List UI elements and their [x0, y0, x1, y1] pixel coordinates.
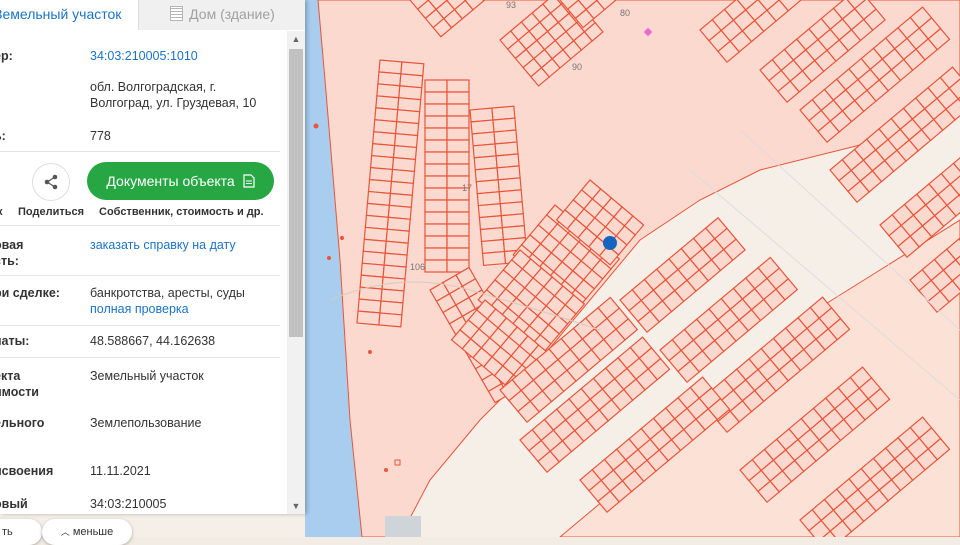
map-label: 93	[506, 0, 516, 10]
land-use-value: Землепользование	[90, 415, 280, 431]
map-label: 106	[410, 262, 425, 272]
coordinates-label: наты:	[0, 333, 86, 349]
left-caption: к	[0, 206, 3, 218]
quarter-value: 34:03:210005	[90, 496, 280, 512]
full-check-link[interactable]: полная проверка	[90, 301, 280, 317]
tab-house-label: Дом (здание)	[189, 6, 275, 22]
expand-pill[interactable]: ть	[0, 519, 42, 545]
location-pin[interactable]	[603, 236, 617, 250]
document-icon	[243, 174, 255, 188]
expand-pill-label: ть	[2, 526, 13, 538]
info-content: ер: 34:03:210005:1010 обл. Волгоградская…	[0, 31, 287, 514]
scrollbar[interactable]: ▲ ▼	[287, 31, 305, 514]
object-info-panel: Земельный участок Дом (здание) ер: 34:03…	[0, 0, 305, 514]
object-type-label-line2: имости	[0, 385, 39, 399]
area-label: ь:	[0, 128, 86, 144]
quarter-label: овый	[0, 496, 86, 512]
parcel-block	[425, 80, 469, 272]
share-icon	[33, 164, 69, 200]
cost-label-line1: овая	[0, 238, 23, 252]
object-type-label-line1: екта	[0, 369, 20, 383]
land-use-label: ельного	[0, 415, 86, 431]
cad-number-label: ер:	[0, 48, 86, 64]
chevron-up-icon[interactable]: ▲	[287, 31, 305, 47]
assign-date-value: 11.11.2021	[90, 463, 280, 479]
map-label: 80	[620, 8, 630, 18]
tab-house[interactable]: Дом (здание)	[138, 0, 305, 30]
chevron-up-icon: ︿	[61, 527, 70, 537]
divider	[0, 357, 280, 358]
assign-date-label: исвоения	[0, 463, 86, 479]
divider	[0, 225, 280, 226]
area-value: 778	[90, 128, 280, 144]
chevron-down-icon[interactable]: ▼	[287, 498, 305, 514]
divider	[0, 325, 280, 326]
deal-risks-label: ри сделке:	[0, 285, 86, 301]
divider	[0, 151, 280, 152]
share-button[interactable]	[32, 163, 70, 201]
tab-bar: Земельный участок Дом (здание)	[0, 0, 305, 30]
map-label: 90	[572, 62, 582, 72]
map-label: 17	[462, 183, 472, 193]
less-button[interactable]: ︿ меньше	[42, 519, 132, 545]
address-value: обл. Волгоградская, г. Волгоград, ул. Гр…	[90, 79, 270, 111]
divider	[0, 275, 280, 276]
cost-report-link[interactable]: заказать справку на дату	[90, 237, 280, 253]
documents-caption: Собственник, стоимость и др.	[99, 206, 264, 218]
building-icon	[170, 6, 183, 21]
documents-button-label: Документы объекта	[106, 173, 234, 189]
coordinates-value: 48.588667, 44.162638	[90, 333, 280, 349]
object-type-label: екта имости	[0, 368, 86, 400]
tab-land-plot[interactable]: Земельный участок	[0, 0, 138, 32]
cad-number-value[interactable]: 34:03:210005:1010	[90, 48, 280, 64]
scrollbar-thumb[interactable]	[289, 49, 303, 337]
less-button-label: меньше	[73, 526, 113, 538]
documents-button[interactable]: Документы объекта	[87, 162, 274, 200]
cost-label: овая сть:	[0, 237, 86, 269]
share-caption: Поделиться	[18, 206, 84, 218]
deal-risks-value: банкротства, аресты, суды	[90, 285, 280, 301]
cost-label-line2: сть:	[0, 254, 19, 268]
object-type-value: Земельный участок	[90, 368, 280, 384]
